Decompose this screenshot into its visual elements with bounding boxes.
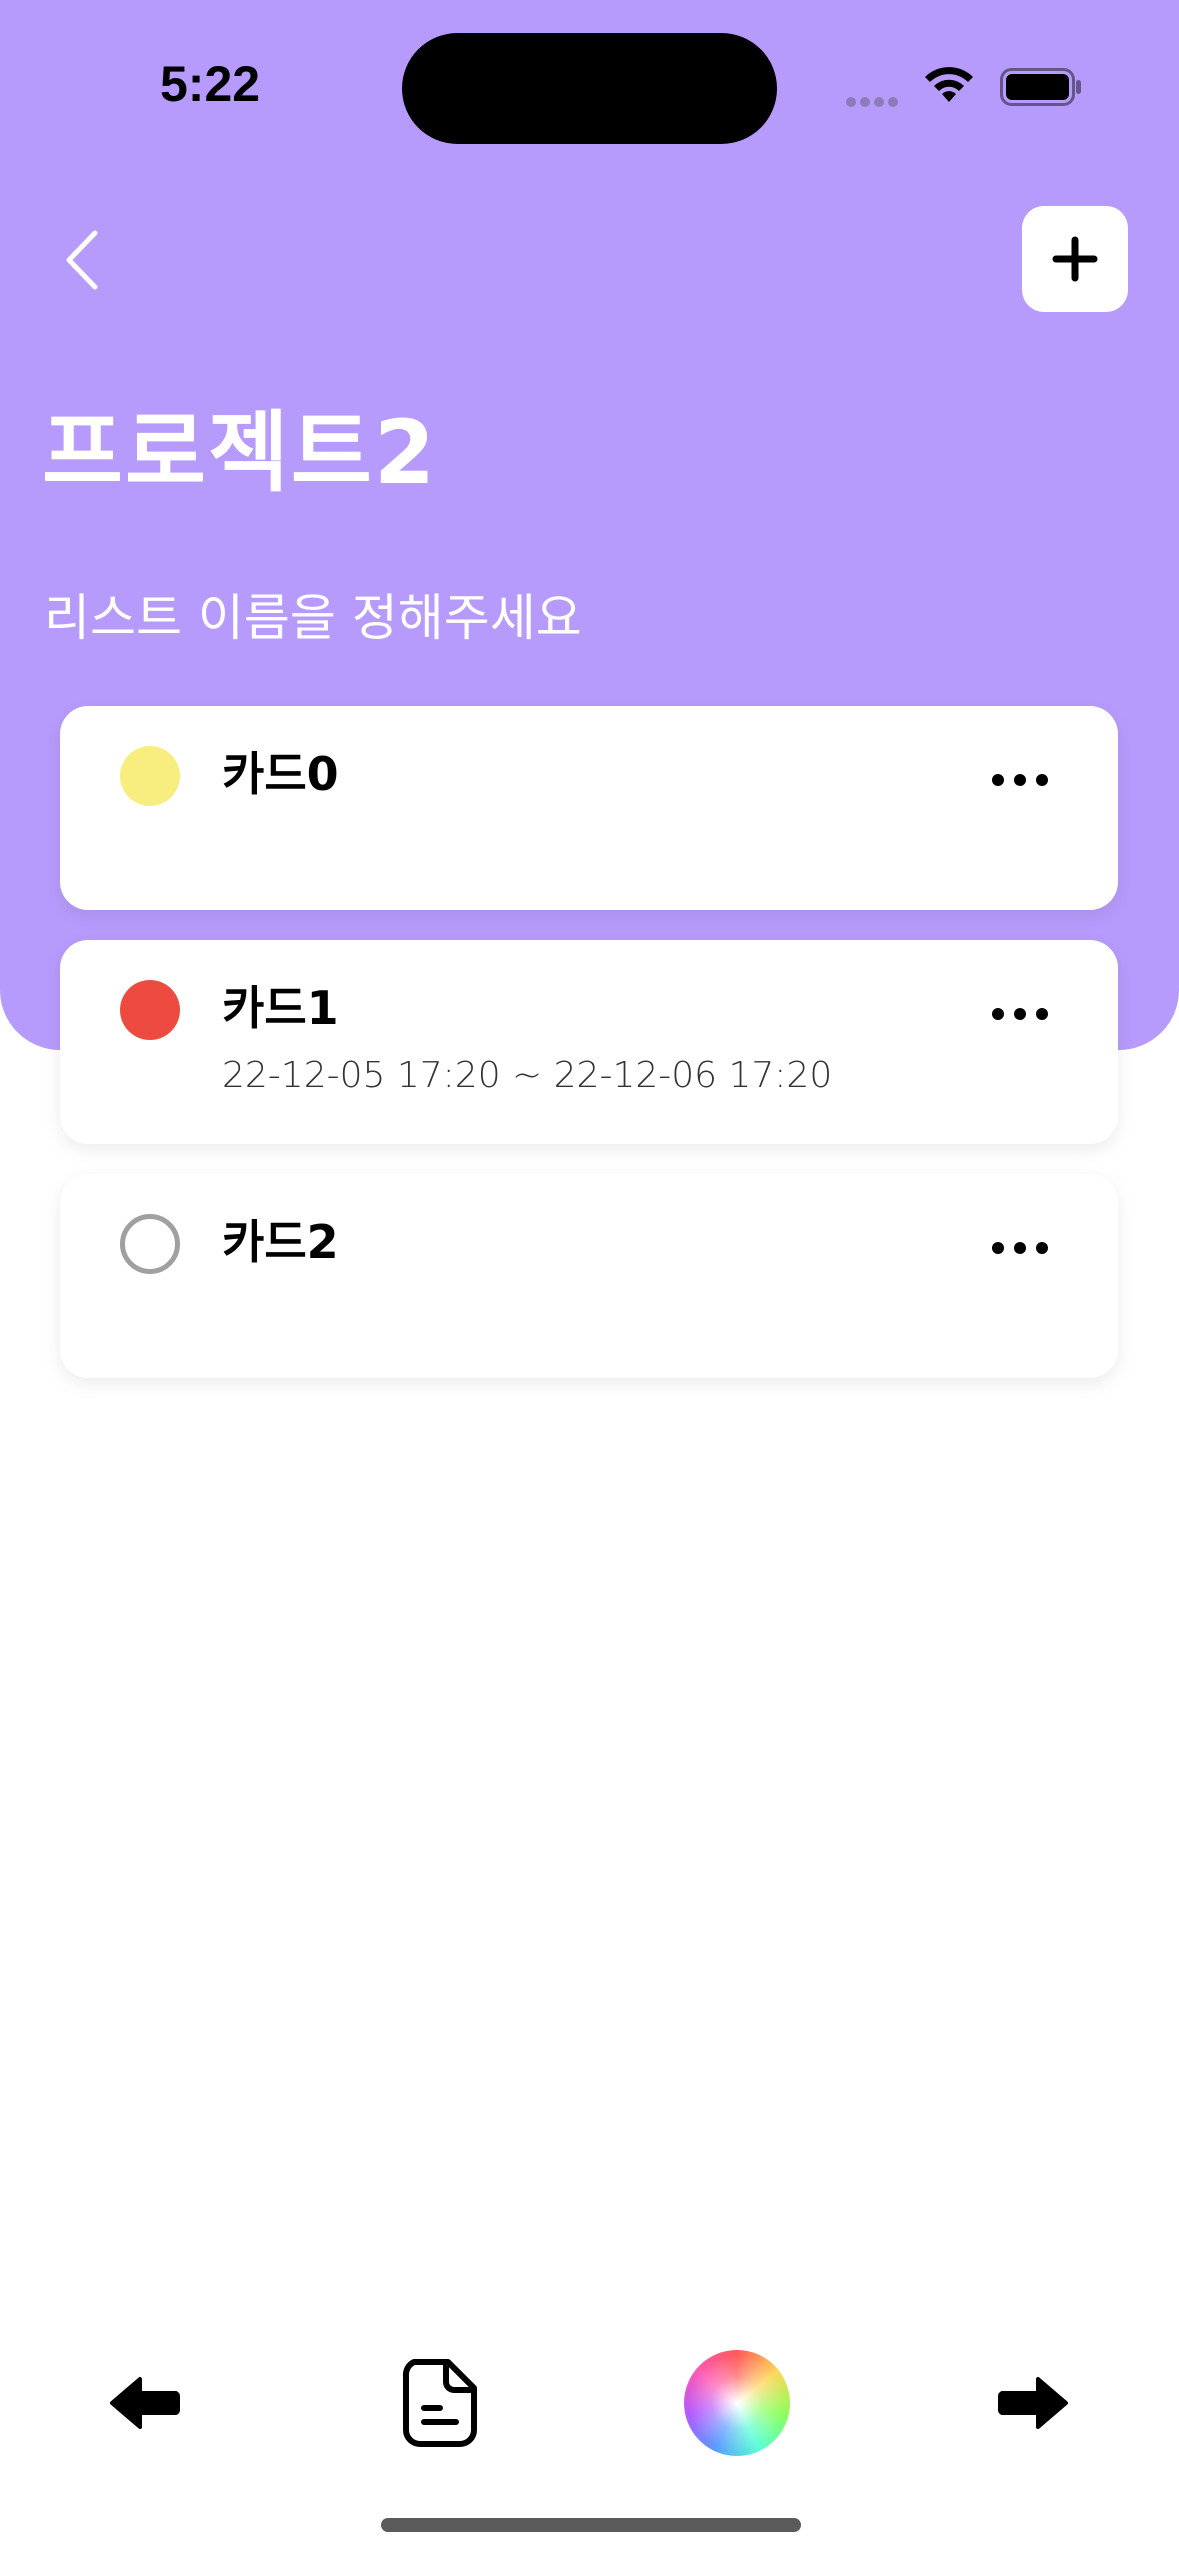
status-dot-yellow[interactable] (120, 746, 180, 806)
status-time: 5:22 (160, 56, 261, 112)
back-button[interactable] (55, 225, 115, 295)
plus-icon (1052, 236, 1098, 282)
add-button[interactable] (1022, 206, 1128, 312)
next-button[interactable] (988, 2348, 1078, 2458)
document-icon (402, 2359, 477, 2447)
wifi-icon (922, 62, 976, 108)
status-dot-red[interactable] (120, 980, 180, 1040)
more-options-icon[interactable] (992, 1242, 1048, 1254)
list-name-prompt[interactable]: 리스트 이름을 정해주세요 (44, 578, 582, 650)
cellular-signal-icon (846, 92, 902, 111)
previous-button[interactable] (100, 2348, 190, 2458)
page-title: 프로젝트2 (42, 401, 438, 504)
arrow-left-icon (110, 2377, 181, 2429)
arrow-right-icon (997, 2377, 1068, 2429)
document-button[interactable] (395, 2348, 485, 2458)
home-indicator[interactable] (381, 2518, 801, 2532)
color-picker-button[interactable] (682, 2348, 792, 2458)
card-date-range: 22-12-05 17:20 ~ 22-12-06 17:20 (222, 1055, 833, 1096)
card-item[interactable]: 카드0 (60, 706, 1118, 910)
card-title: 카드1 (222, 981, 339, 1035)
battery-icon (1000, 68, 1082, 110)
more-options-icon[interactable] (992, 1008, 1048, 1020)
dynamic-island (402, 33, 777, 144)
more-options-icon[interactable] (992, 774, 1048, 786)
status-dot-empty[interactable] (120, 1214, 180, 1274)
card-item[interactable]: 카드2 (60, 1174, 1118, 1378)
card-title: 카드0 (222, 747, 339, 801)
card-item[interactable]: 카드1 22-12-05 17:20 ~ 22-12-06 17:20 (60, 940, 1118, 1144)
card-title: 카드2 (222, 1215, 339, 1269)
chevron-left-icon (66, 230, 98, 290)
color-wheel-icon (684, 2350, 790, 2456)
